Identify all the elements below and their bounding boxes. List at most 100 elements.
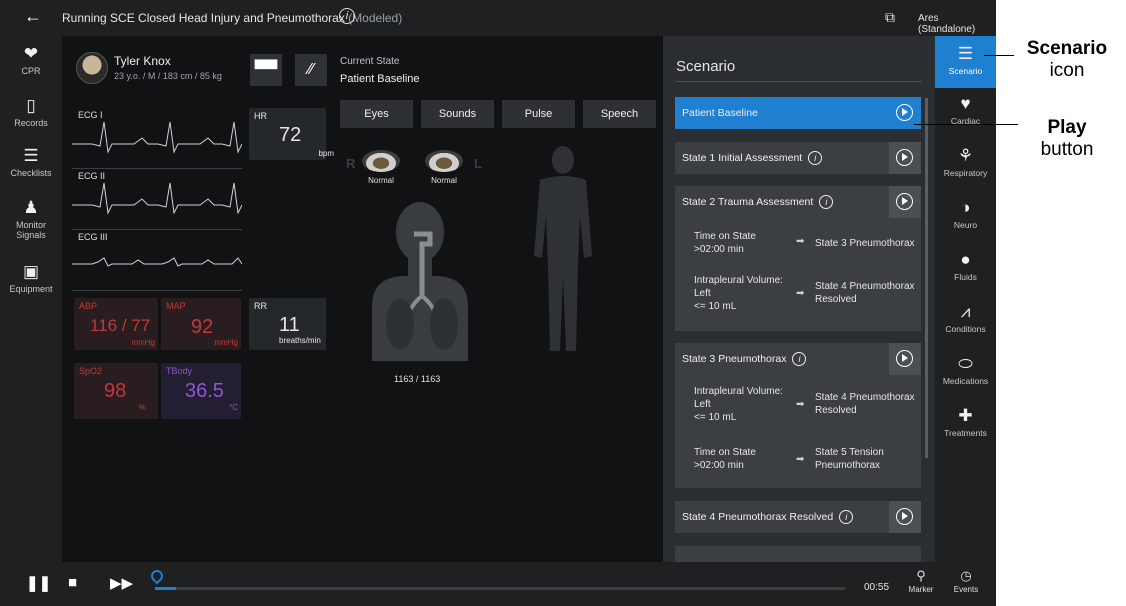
nav-item-equipment[interactable]: ▣ Equipment: [0, 262, 62, 294]
tab-sounds[interactable]: Sounds: [421, 100, 494, 128]
first-aid-icon: ✚: [958, 406, 973, 425]
nav-item-monitor-signals[interactable]: ♟ Monitor Signals: [0, 198, 62, 240]
nav-item-records[interactable]: ▯ Records: [0, 96, 62, 128]
vital-label: HR: [254, 111, 267, 121]
nav-item-respiratory[interactable]: ⚘ Respiratory: [935, 146, 996, 178]
vital-value: 92: [191, 316, 214, 338]
play-button[interactable]: [889, 501, 921, 533]
right-eye[interactable]: Normal: [362, 150, 400, 185]
monitor-area: Tyler Knox 23 y.o. / M / 183 cm / 85 kg …: [62, 36, 663, 562]
transition-row[interactable]: Time on State >02:00 min ➡ State 5 Tensi…: [675, 446, 921, 476]
scenario-title-text: Running SCE Closed Head Injury and Pneum…: [62, 11, 345, 25]
eye-status: Normal: [368, 176, 394, 185]
vital-unit: °C: [229, 403, 238, 412]
pause-icon[interactable]: ❚❚: [26, 574, 51, 592]
nav-item-label: Scenario: [948, 66, 983, 76]
left-eye-marker: L: [474, 156, 482, 171]
state-card-state-3[interactable]: State 3 Pneumothorax i Intrapleural Volum…: [675, 343, 921, 488]
tab-speech[interactable]: Speech: [583, 100, 656, 128]
state-card-state-1[interactable]: State 1 Initial Assessment i: [675, 142, 921, 174]
vital-rr[interactable]: RR 11 breaths/min: [249, 298, 326, 350]
marker-button[interactable]: ⚲ Marker: [901, 568, 941, 594]
transition-row[interactable]: Intrapleural Volume: Left <= 10 mL ➡ Sta…: [675, 385, 921, 427]
nav-item-label: Monitor Signals: [15, 220, 46, 240]
location-pin-icon[interactable]: [148, 567, 166, 585]
nav-item-medications[interactable]: ⬭ Medications: [935, 354, 996, 386]
airway-counter: 1163 / 1163: [394, 374, 441, 384]
modeled-suffix: (Modeled): [348, 11, 403, 25]
tab-eyes[interactable]: Eyes: [340, 100, 413, 128]
transition-condition: Intrapleural Volume: Left <= 10 mL: [694, 275, 783, 312]
nav-item-checklists[interactable]: ☰ Checklists: [0, 146, 62, 178]
left-eye[interactable]: Normal: [425, 150, 463, 185]
ecg-waveform: [72, 121, 242, 154]
nav-item-scenario[interactable]: ☰ Scenario: [935, 36, 996, 88]
state-card-patient-baseline[interactable]: Patient Baseline: [675, 97, 921, 129]
elapsed-time: 00:55: [864, 582, 890, 593]
timeline-track[interactable]: [155, 587, 845, 590]
back-arrow-icon[interactable]: ←: [24, 6, 42, 27]
play-button[interactable]: [889, 343, 921, 375]
state-card-partial[interactable]: [675, 546, 921, 562]
ecg-trace: ECG II: [72, 169, 242, 230]
callout-line: [984, 55, 1014, 56]
nav-item-cpr[interactable]: ❤ CPR: [0, 44, 62, 76]
nav-item-label: Fluids: [954, 272, 977, 282]
info-icon[interactable]: i: [339, 8, 355, 24]
tab-pulse[interactable]: Pulse: [502, 100, 575, 128]
state-title: State 3 Pneumothorax i: [682, 343, 807, 375]
nav-item-neuro[interactable]: ◑ Neuro: [935, 198, 996, 230]
transition-condition: Time on State >02:00 min: [694, 447, 756, 471]
nav-item-cardiac[interactable]: ♥ Cardiac: [935, 94, 996, 128]
nav-item-label: Treatments: [944, 428, 987, 438]
patient-name: Tyler Knox: [114, 54, 171, 68]
right-navigation: ☰ Scenario ♥ Cardiac ⚘ Respiratory ◑ Neu…: [935, 36, 996, 562]
transition-row[interactable]: Intrapleural Volume: Left <= 10 mL ➡ Sta…: [675, 274, 921, 316]
eye-icon: [362, 150, 400, 172]
vital-map[interactable]: MAP 92 mmHg: [161, 298, 241, 350]
equipment-icon: ▣: [22, 262, 40, 281]
info-icon[interactable]: i: [839, 510, 854, 525]
events-button[interactable]: ◷ Events: [946, 568, 986, 594]
monitor-signals-icon: ♟: [23, 198, 39, 217]
state-card-state-4[interactable]: State 4 Pneumothorax Resolved i: [675, 501, 921, 533]
eye-status: Normal: [431, 176, 457, 185]
vital-spo2[interactable]: SpO2 98 %: [74, 363, 158, 419]
arrow-right-icon: ➡: [796, 288, 805, 299]
scrollbar[interactable]: [925, 98, 928, 458]
monitor-icon[interactable]: ⧉: [885, 9, 895, 26]
play-callout: Play button: [1022, 117, 1112, 161]
playback-bar: ❚❚ ■ ▶▶ 00:55 ⚲ Marker ◷ Events: [0, 562, 996, 606]
info-icon[interactable]: i: [819, 195, 834, 210]
nav-item-conditions[interactable]: ⩘ Conditions: [935, 302, 996, 334]
vital-abp[interactable]: ABP 116 / 77 mmHg: [74, 298, 158, 350]
transition-row[interactable]: Time on State >02:00 min ➡ State 3 Pneum…: [675, 230, 921, 260]
transition-target: State 4 Pneumothorax Resolved: [815, 392, 915, 416]
airway-illustration: [372, 202, 468, 361]
vital-value: 98: [104, 380, 127, 402]
vital-hr[interactable]: HR 72 bpm: [249, 108, 334, 160]
info-icon[interactable]: i: [792, 352, 807, 367]
body-silhouette[interactable]: [528, 146, 598, 356]
play-button[interactable]: [889, 186, 921, 218]
state-card-state-2[interactable]: State 2 Trauma Assessment i Time on State…: [675, 186, 921, 331]
ecg-waveform: [72, 182, 242, 215]
vital-label: ABP: [79, 301, 98, 311]
vital-unit: mmHg: [214, 338, 238, 347]
mute-button[interactable]: ⁄⁄: [295, 54, 327, 86]
info-icon[interactable]: i: [808, 151, 823, 166]
state-title-text: State 2 Trauma Assessment: [682, 196, 814, 208]
fast-forward-icon[interactable]: ▶▶: [110, 574, 133, 592]
play-button[interactable]: [889, 142, 921, 174]
vital-value: 36.5: [185, 380, 224, 402]
divider: [676, 81, 922, 82]
nav-item-treatments[interactable]: ✚ Treatments: [935, 406, 996, 438]
callout-text: icon: [1049, 60, 1085, 81]
nav-item-fluids[interactable]: ● Fluids: [935, 250, 996, 282]
right-eye-marker: R: [346, 156, 356, 171]
play-icon: [896, 350, 913, 367]
vital-tbody[interactable]: TBody 36.5 °C: [161, 363, 241, 419]
layout-button[interactable]: ▀▀: [250, 54, 282, 86]
stop-icon[interactable]: ■: [68, 574, 77, 591]
eye-icon: [425, 150, 463, 172]
